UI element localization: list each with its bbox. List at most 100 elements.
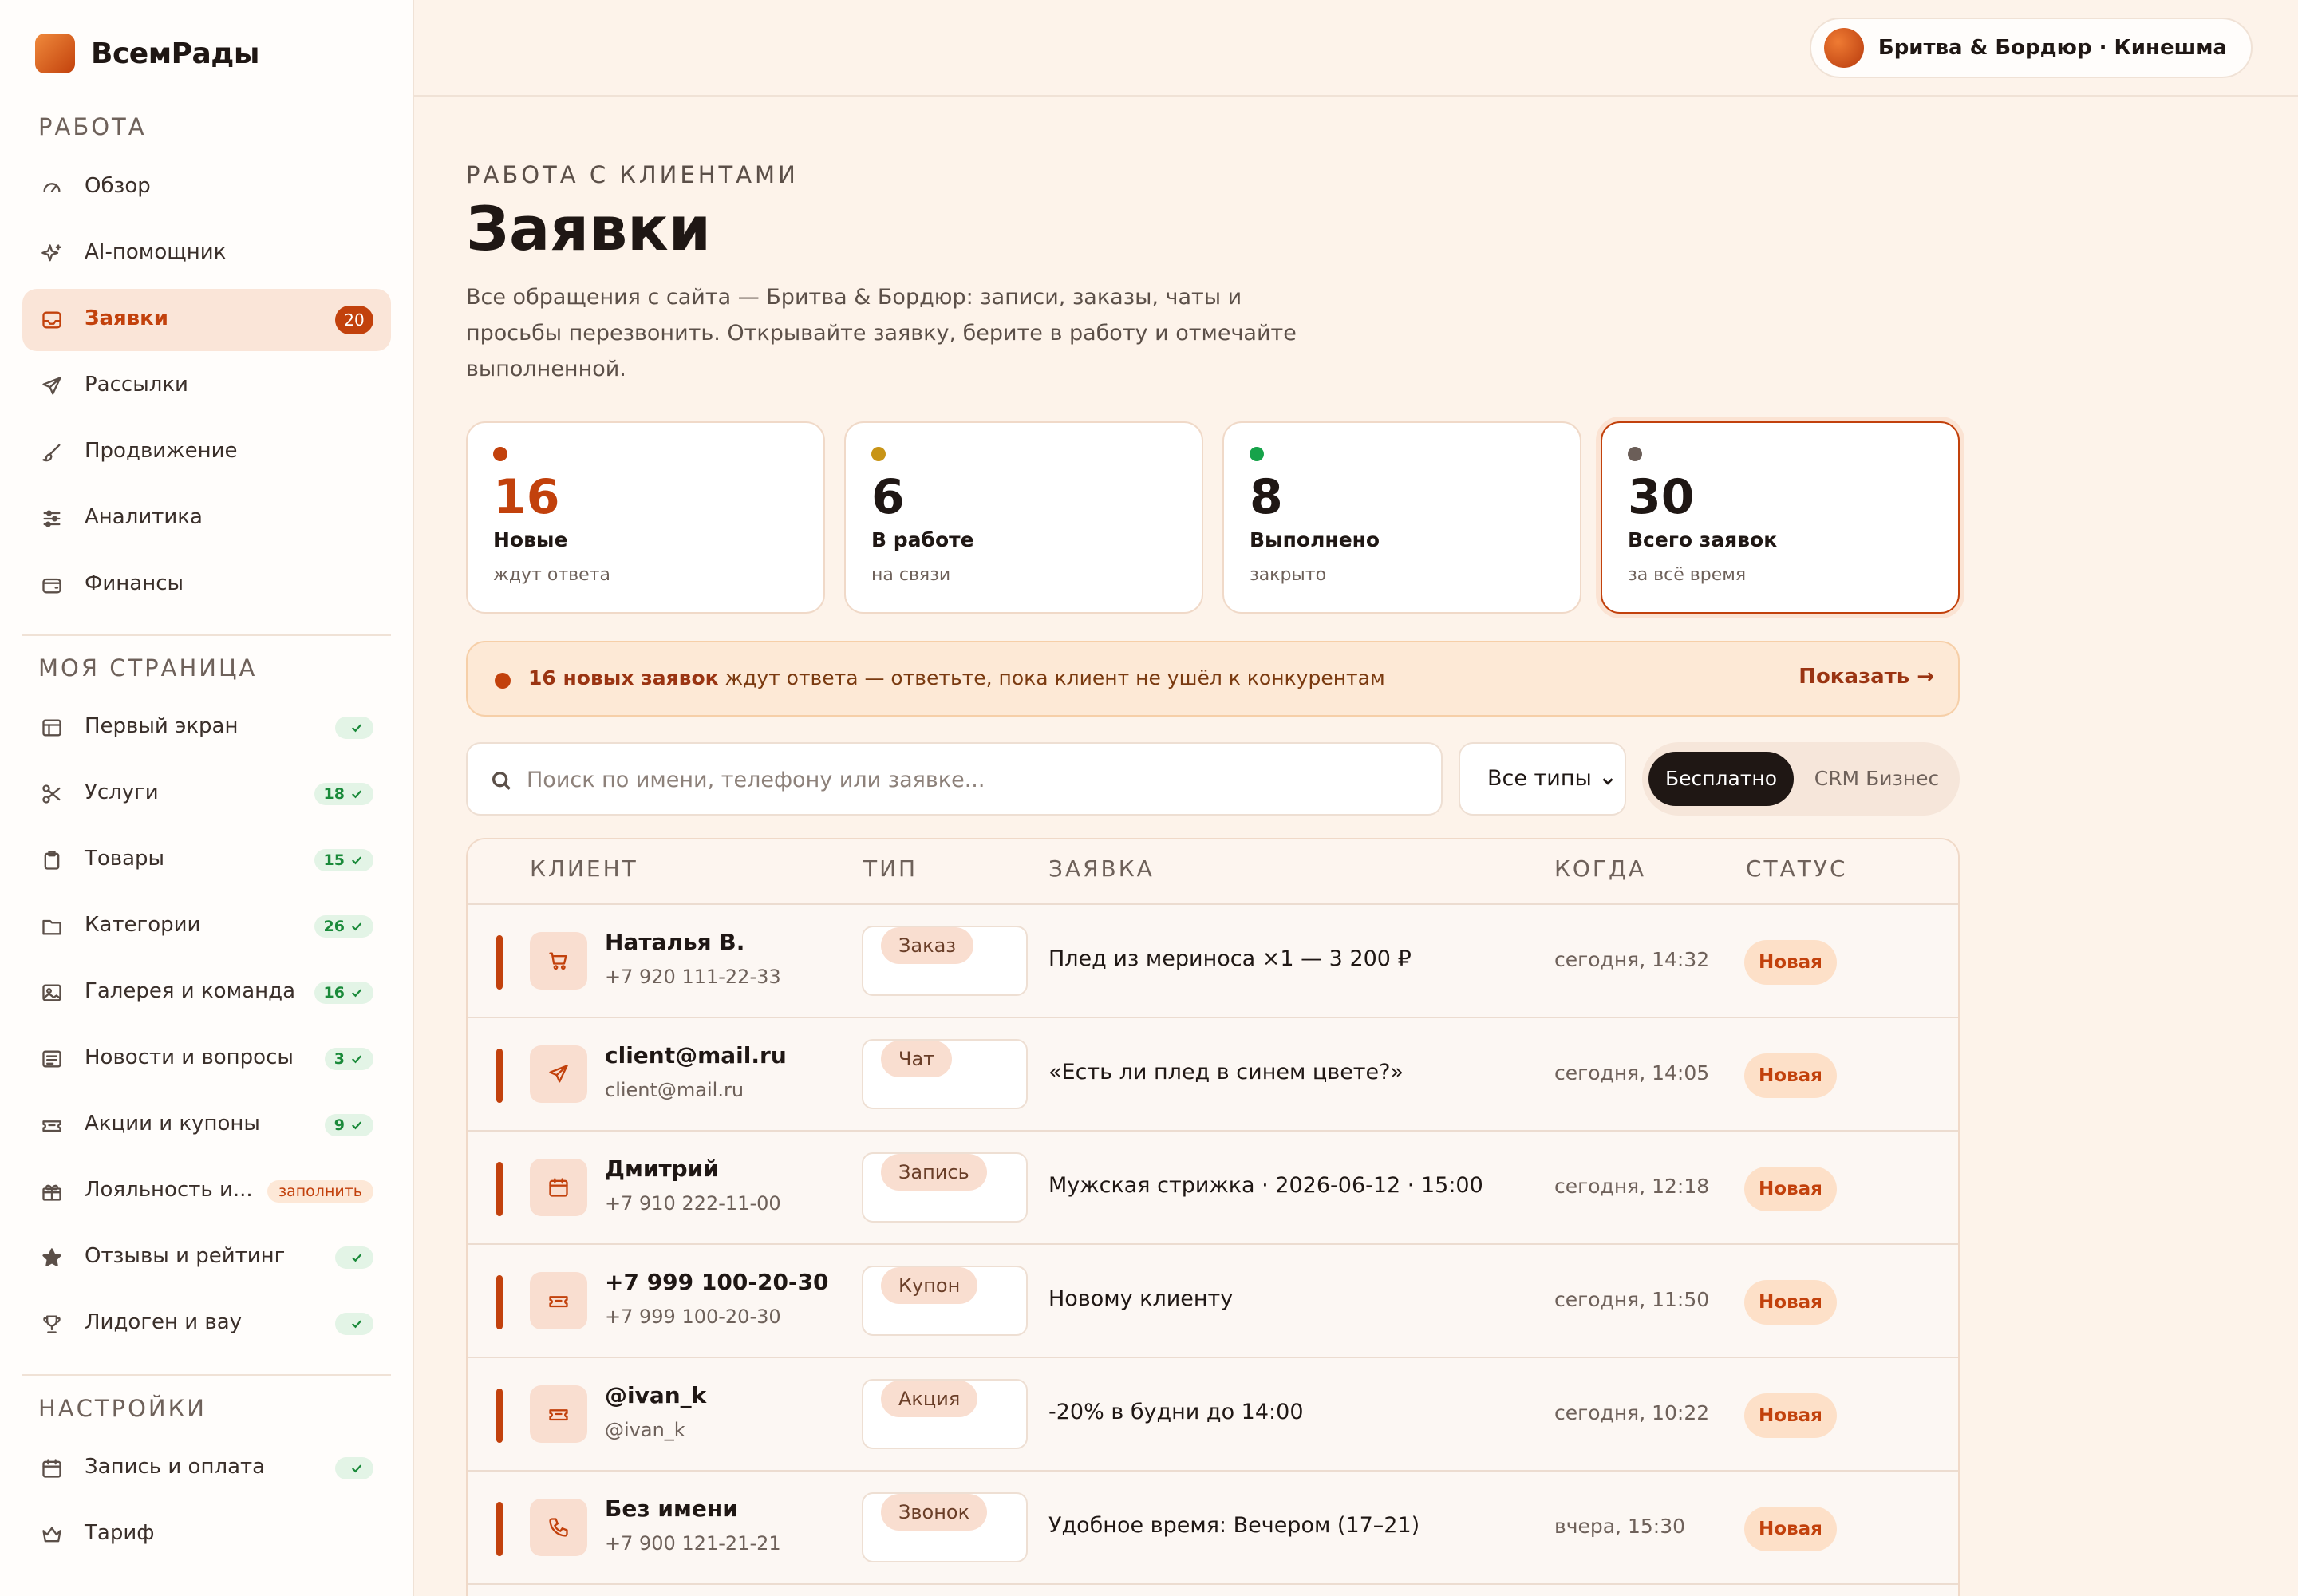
done-badge: 15 [314,849,373,871]
table-row[interactable]: +7 999 100-20-30 +7 999 100-20-30 Купон … [468,1245,1958,1358]
new-indicator [496,935,503,990]
stat-card-done[interactable]: 8 Выполнено закрыто [1222,421,1581,614]
stat-number: 16 [493,469,560,525]
sidebar-item-news[interactable]: Новости и вопросы 3 [22,1028,391,1090]
request-time: сегодня, 14:32 [1554,948,1710,971]
sparkles-icon [40,242,64,266]
table-row[interactable]: @ivan_k @ivan_k Акция -20% в будни до 14… [468,1358,1958,1472]
sidebar-item-gallery[interactable]: Галерея и команда 16 [22,962,391,1024]
sidebar-item-products[interactable]: Товары 15 [22,829,391,891]
table-row[interactable]: Без имени +7 900 121-21-21 Звонок Удобно… [468,1472,1958,1585]
gift-icon [40,1179,64,1203]
column-header-client[interactable]: КЛИЕНТ [530,855,638,882]
request-time: сегодня, 11:50 [1554,1288,1710,1311]
done-badge: 3 [324,1048,373,1070]
status-badge[interactable]: Новая [1744,940,1837,985]
status-badge[interactable]: Новая [1744,1507,1837,1551]
stat-card-total[interactable]: 30 Всего заявок за всё время [1601,421,1960,614]
scissors-icon [40,782,64,806]
new-indicator [496,1049,503,1103]
sidebar-item-label: Акции и купоны [85,1112,260,1136]
column-header-type[interactable]: ТИП [863,855,918,882]
done-badge [335,1246,373,1269]
request-time: сегодня, 12:18 [1554,1175,1710,1198]
stat-label: Выполнено [1250,528,1380,551]
sidebar-item-loyalty[interactable]: Лояльность и... заполнить [22,1160,391,1223]
stat-card-new[interactable]: 16 Новые ждут ответа [466,421,825,614]
news-icon [40,1047,64,1071]
requests-table: КЛИЕНТ ТИП ЗАЯВКА КОГДА СТАТУС Наталья В… [466,838,1960,1596]
page-description: Все обращения с сайта — Бритва & Бордюр:… [466,285,1297,381]
sidebar-item-tariff[interactable]: Тариф [22,1503,391,1566]
chevron-down-icon [1602,778,1613,785]
show-new-link[interactable]: Показать → [1799,665,1934,689]
table-row[interactable]: Дмитрий +7 910 222-11-00 Запись Мужская … [468,1132,1958,1245]
stat-label: Новые [493,528,568,551]
sidebar-item-label: Аналитика [85,505,203,529]
sidebar-item-promos[interactable]: Акции и купоны 9 [22,1094,391,1156]
top-bar: Бритва & Бордюр · Кинешма [414,0,2298,97]
client-contact: client@mail.ru [605,1079,744,1101]
done-badge: 26 [314,915,373,938]
sidebar-item-ai[interactable]: AI-помощник [22,223,391,285]
check-icon [351,922,362,931]
search-input[interactable] [527,760,1420,800]
request-text: Новому клиенту [1048,1286,1234,1311]
sidebar-item-label: Тариф [85,1521,155,1545]
section-title-work: РАБОТА [38,113,147,140]
column-header-status[interactable]: СТАТУС [1746,855,1848,882]
clipboard-icon [40,848,64,872]
sidebar-item-overview[interactable]: Обзор [22,156,391,219]
done-badge [335,717,373,739]
table-row[interactable]: client@mail.ru client@mail.ru Чат «Есть … [468,1018,1958,1132]
check-icon [351,1320,362,1329]
column-header-when[interactable]: КОГДА [1554,855,1646,882]
crown-icon [40,1523,64,1547]
calendar-icon [40,1456,64,1480]
table-row[interactable]: Наталья В. +7 920 111-22-33 Заказ Плед и… [468,905,1958,1018]
check-icon [351,724,362,733]
sidebar-item-analytics[interactable]: Аналитика [22,488,391,550]
stat-card-in-progress[interactable]: 6 В работе на связи [844,421,1203,614]
send-icon [40,374,64,398]
plan-crm-button[interactable]: CRM Бизнес [1802,752,1952,806]
sidebar-item-reviews[interactable]: Отзывы и рейтинг [22,1227,391,1289]
section-title-page: МОЯ СТРАНИЦА [38,654,258,681]
search-icon [492,772,511,790]
sidebar-item-promotion[interactable]: Продвижение [22,421,391,484]
check-icon [351,1254,362,1262]
sidebar-item-mailings[interactable]: Рассылки [22,355,391,417]
alert-text: 16 новых заявок ждут ответа — ответьте, … [528,666,1385,689]
sidebar-item-leadgen[interactable]: Лидоген и вау [22,1293,391,1355]
store-switcher[interactable]: Бритва & Бордюр · Кинешма [1809,18,2253,78]
sidebar-item-services[interactable]: Услуги 18 [22,763,391,825]
column-header-request[interactable]: ЗАЯВКА [1048,855,1155,882]
fill-badge: заполнить [267,1180,373,1203]
brand[interactable]: ВсемРады [35,34,259,73]
page-title: Заявки [466,193,712,264]
type-cell: Чат [862,1039,1028,1109]
sidebar-item-requests[interactable]: Заявки 20 [22,289,391,351]
sidebar-item-label: Галерея и команда [85,979,296,1003]
sidebar-item-booking[interactable]: Запись и оплата [22,1437,391,1499]
sidebar-item-finance[interactable]: Финансы [22,554,391,616]
type-badge: Заказ [881,927,974,964]
status-badge[interactable]: Новая [1744,1393,1837,1438]
client-name: Дмитрий [605,1156,719,1182]
status-badge[interactable]: Новая [1744,1053,1837,1098]
request-text: Удобное время: Вечером (17–21) [1048,1513,1420,1538]
sidebar-item-label: Финансы [85,571,184,595]
cart-icon [530,932,587,990]
status-badge[interactable]: Новая [1744,1167,1837,1211]
type-filter-select[interactable]: Все типы [1459,742,1626,816]
type-filter-value: Все типы [1487,766,1592,791]
alert-count: 16 новых заявок [528,666,719,689]
sidebar-item-categories[interactable]: Категории 26 [22,895,391,958]
status-badge[interactable]: Новая [1744,1280,1837,1325]
sidebar-item-hero[interactable]: Первый экран [22,697,391,759]
plan-free-button[interactable]: Бесплатно [1648,752,1794,806]
stat-label: Всего заявок [1628,528,1778,551]
check-icon [351,790,362,799]
alert-dot [495,673,511,689]
check-icon [351,1055,362,1064]
